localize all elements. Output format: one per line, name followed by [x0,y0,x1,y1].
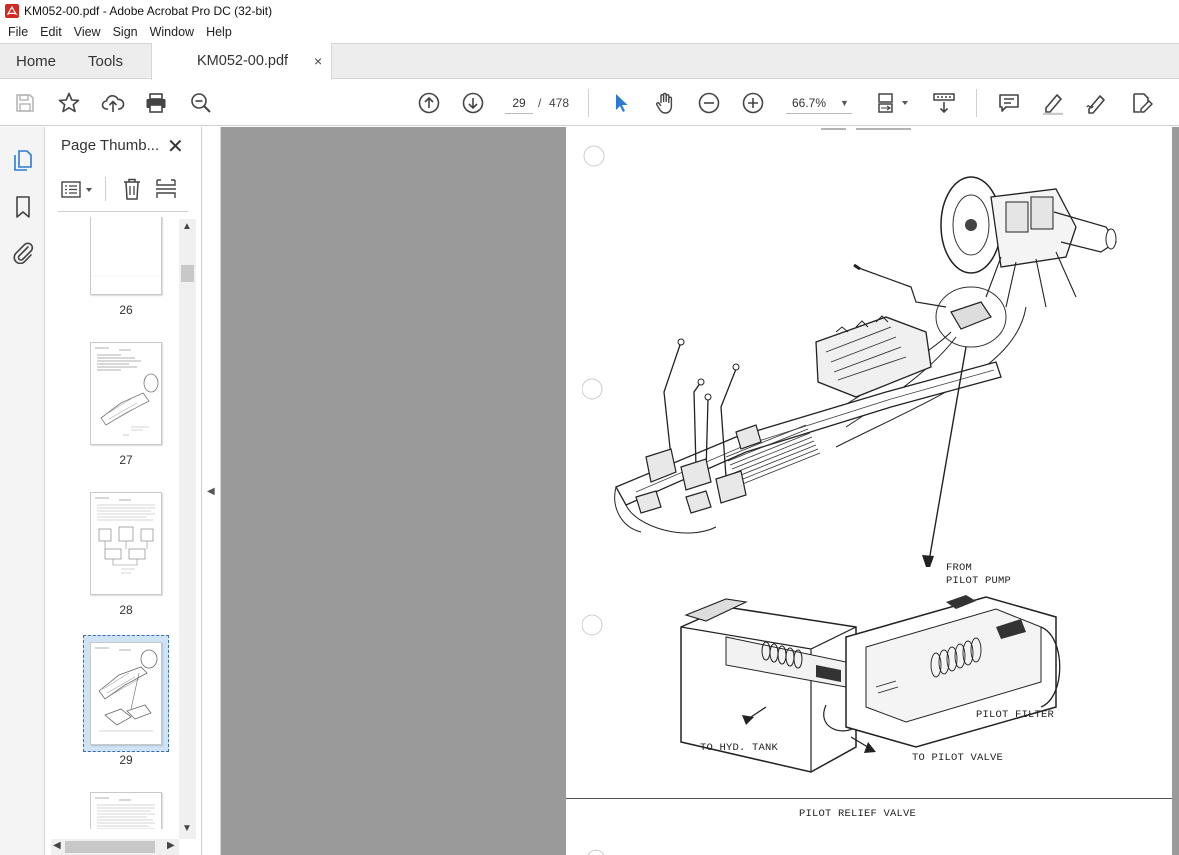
sign-icon[interactable] [1085,91,1109,115]
panel-divider [58,211,188,212]
callout-from: FROM [946,562,973,574]
tab-document[interactable]: KM052-00.pdf × [151,43,332,80]
menu-file[interactable]: File [2,22,34,43]
comment-icon[interactable] [997,91,1021,115]
figure-caption: PILOT RELIEF VALVE [799,808,917,820]
callout-to-hyd-tank: TO HYD. TANK [700,742,779,754]
select-arrow-icon[interactable] [609,91,633,115]
thumbnail-label: 27 [119,453,133,467]
menu-bar: File Edit View Sign Window Help [0,22,1179,43]
scroll-up-icon[interactable]: ▲ [182,221,192,232]
page-rule [566,798,1172,799]
punch-hole-partial [587,849,605,855]
attachment-icon[interactable] [11,240,35,264]
delete-page-icon[interactable] [121,177,143,201]
zoom-out-icon[interactable] [697,91,721,115]
tab-close-icon[interactable]: × [314,43,322,79]
search-zoom-icon[interactable] [189,91,213,115]
fit-page-icon[interactable] [876,91,910,115]
thumbnail-label: 28 [119,603,133,617]
thumbnail-page-content [95,347,159,436]
pilot-relief-valve-drawing [680,595,1061,773]
thumbnail-vertical-scrollbar[interactable]: ▲ ▼ [179,219,196,839]
pdf-page: FROM PILOT PUMP PILOT FILTER TO HYD. TAN… [566,127,1172,855]
cropped-header [821,128,911,130]
thumbnail-page[interactable] [90,792,162,829]
tab-tools[interactable]: Tools [88,44,123,79]
tab-home[interactable]: Home [16,44,56,79]
page-edge [1172,127,1179,855]
print-icon[interactable] [144,91,168,115]
thumbnail-list: 26 27 28 29 [45,217,182,829]
page-thumbnails-icon[interactable] [11,148,35,172]
scrollbar-thumb[interactable] [181,265,194,282]
panel-tools-separator [105,177,106,201]
zoom-in-icon[interactable] [741,91,765,115]
thumbnail-page[interactable] [90,492,162,595]
page-up-icon[interactable] [417,91,441,115]
page-down-icon[interactable] [461,91,485,115]
bookmark-icon[interactable] [11,195,35,219]
edit-pdf-icon[interactable] [1129,91,1153,115]
thumbnail-page-content [95,647,158,732]
document-view[interactable]: FROM PILOT PUMP PILOT FILTER TO HYD. TAN… [221,127,1179,855]
collapse-panel-icon[interactable]: ◀ [207,486,215,497]
menu-view[interactable]: View [68,22,107,43]
menu-window[interactable]: Window [144,22,200,43]
tab-document-label: KM052-00.pdf [197,53,289,69]
callout-pilot-pump: PILOT PUMP [946,575,1012,587]
panel-close-icon[interactable]: ✕ [167,134,184,159]
callout-to-pilot-valve: TO PILOT VALVE [912,752,1004,764]
thumbnail-page[interactable] [90,217,162,295]
tabs-bar: Home Tools KM052-00.pdf × [0,43,1179,80]
scroll-left-icon[interactable]: ◀ [53,840,61,851]
extract-pages-icon[interactable] [155,177,177,201]
panel-collapse-strip[interactable]: ◀ [202,127,221,855]
zoom-level-dropdown[interactable]: 66.7% ▼ [786,92,852,114]
highlight-icon[interactable] [1041,91,1065,115]
scroll-right-icon[interactable]: ▶ [167,840,175,851]
thumbnail-label: 26 [119,303,133,317]
save-icon[interactable] [13,91,37,115]
panel-title: Page Thumb... [61,137,160,154]
options-menu-icon[interactable] [61,179,95,201]
hand-icon[interactable] [653,91,677,115]
thumbnail-blank-page [91,275,161,277]
chevron-down-icon: ▼ [840,98,849,108]
zoom-level-value: 66.7% [792,96,827,110]
callout-pilot-filter: PILOT FILTER [976,709,1055,721]
page-separator: / [538,96,542,110]
upload-icon[interactable] [101,91,125,115]
thumbnail-label: 29 [119,753,133,767]
page-number-input[interactable]: 29 [505,92,533,114]
scroll-mode-icon[interactable] [932,91,956,115]
toolbar-separator [588,89,589,117]
scroll-down-icon[interactable]: ▼ [182,823,192,834]
star-icon[interactable] [57,91,81,115]
panel-tools [61,177,189,203]
menu-edit[interactable]: Edit [34,22,68,43]
thumbnail-page[interactable] [90,342,162,445]
hydraulic-system-drawing [614,176,1117,567]
page-total: 478 [549,96,570,110]
menu-help[interactable]: Help [200,22,238,43]
thumbnail-horizontal-scrollbar[interactable]: ◀ ▶ [51,839,179,855]
window-title: KM052-00.pdf - Adobe Acrobat Pro DC (32-… [24,4,273,18]
acrobat-logo-icon [5,4,19,18]
title-bar: KM052-00.pdf - Adobe Acrobat Pro DC (32-… [0,0,1179,22]
menu-sign[interactable]: Sign [107,22,144,43]
left-rail [0,127,45,855]
thumbnail-page-content [95,497,155,574]
toolbar: 29 / 478 66.7% ▼ [0,80,1179,126]
thumbnail-page-content [95,797,155,829]
thumbnail-page-current[interactable] [90,642,162,745]
page-thumbnails-panel: Page Thumb... ✕ 26 27 28 29 ▲ ▼ ◀ ▶ [45,127,202,855]
scrollbar-thumb[interactable] [65,841,155,853]
toolbar-separator [976,89,977,117]
